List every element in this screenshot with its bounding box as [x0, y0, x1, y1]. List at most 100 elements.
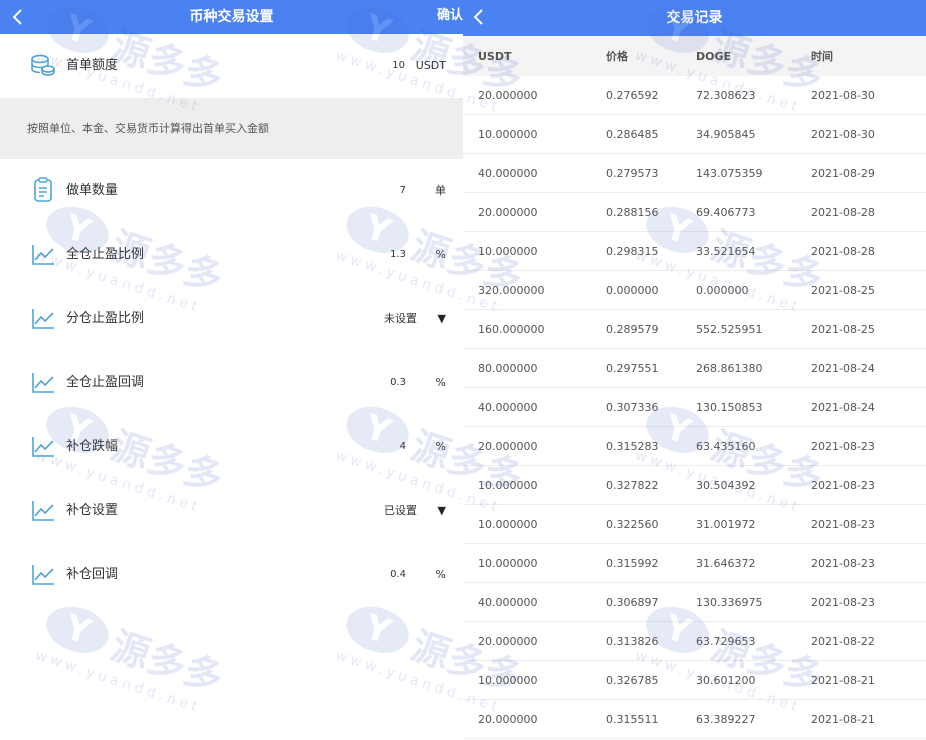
table-row: 20.000000 0.313826 63.729653 2021-08-22	[463, 621, 926, 661]
cell-price: 0.327822	[606, 465, 696, 505]
row-label: 做单数量	[66, 183, 119, 198]
row-value[interactable]: 1.3	[390, 223, 406, 287]
full-take-profit-ratio-row[interactable]: 全仓止盈比例 1.3 %	[0, 223, 463, 287]
confirm-button[interactable]: 确认	[437, 0, 463, 32]
table-row: 80.000000 0.297551 268.861380 2021-08-24	[463, 348, 926, 388]
row-select-value[interactable]: 未设置	[384, 287, 417, 351]
table-row: 10.000000 0.286485 34.905845 2021-08-30	[463, 114, 926, 154]
coin-trade-settings-panel: 币种交易设置 确认 首单额度 10 USDT 按照单位、本金、交易货币计算得出首…	[0, 0, 463, 740]
add-position-drop-row[interactable]: 补仓跌幅 4 %	[0, 415, 463, 479]
settings-navbar: 币种交易设置 确认	[0, 0, 463, 34]
cell-usdt: 160.000000	[463, 309, 606, 349]
table-row: 10.000000 0.322560 31.001972 2021-08-23	[463, 504, 926, 544]
table-row: 40.000000 0.279573 143.075359 2021-08-29	[463, 153, 926, 193]
cell-price: 0.315511	[606, 699, 696, 739]
cell-time: 2021-08-23	[811, 504, 926, 544]
row-value[interactable]: 7	[400, 159, 406, 223]
cell-usdt: 10.000000	[463, 543, 606, 583]
cell-usdt: 40.000000	[463, 153, 606, 193]
table-header-row: USDT 价格 DOGE 时间	[463, 36, 926, 76]
cell-doge: 0.000000	[696, 270, 811, 310]
table-row: 20.000000 0.315283 63.435160 2021-08-23	[463, 426, 926, 466]
cell-usdt: 20.000000	[463, 192, 606, 232]
cell-doge: 63.389227	[696, 699, 811, 739]
first-order-unit: USDT	[415, 59, 446, 72]
cell-time: 2021-08-25	[811, 270, 926, 310]
cell-usdt: 40.000000	[463, 582, 606, 622]
cell-doge: 33.521654	[696, 231, 811, 271]
cell-usdt: 10.000000	[463, 465, 606, 505]
row-label: 补仓设置	[66, 503, 119, 518]
row-label: 补仓回调	[66, 567, 119, 582]
cell-doge: 30.601200	[696, 660, 811, 700]
cell-price: 0.307336	[606, 387, 696, 427]
table-row: 160.000000 0.289579 552.525951 2021-08-25	[463, 309, 926, 349]
cell-price: 0.286485	[606, 114, 696, 154]
row-label: 补仓跌幅	[66, 439, 119, 454]
cell-usdt: 320.000000	[463, 270, 606, 310]
cell-doge: 34.905845	[696, 114, 811, 154]
line-chart-icon	[32, 309, 54, 329]
line-chart-icon	[32, 501, 54, 521]
column-header-time: 时间	[811, 36, 926, 76]
cell-price: 0.313826	[606, 621, 696, 661]
table-row: 10.000000 0.298315 33.521654 2021-08-28	[463, 231, 926, 271]
cell-doge: 130.336975	[696, 582, 811, 622]
coins-icon	[31, 54, 55, 76]
row-unit: %	[435, 376, 446, 389]
full-take-profit-callback-row[interactable]: 全仓止盈回调 0.3 %	[0, 351, 463, 415]
cell-time: 2021-08-30	[811, 76, 926, 115]
column-header-usdt: USDT	[463, 36, 606, 76]
clipboard-icon	[34, 177, 52, 202]
cell-time: 2021-08-25	[811, 309, 926, 349]
cell-doge: 268.861380	[696, 348, 811, 388]
split-take-profit-ratio-row[interactable]: 分仓止盈比例 未设置 ▼	[0, 287, 463, 351]
row-label: 分仓止盈比例	[66, 311, 145, 326]
cell-price: 0.315283	[606, 426, 696, 466]
dropdown-arrow-icon[interactable]: ▼	[438, 479, 446, 543]
cell-doge: 63.435160	[696, 426, 811, 466]
records-body: 20.000000 0.276592 72.308623 2021-08-30 10.0…	[463, 76, 926, 739]
cell-time: 2021-08-23	[811, 543, 926, 583]
row-value[interactable]: 4	[400, 415, 406, 479]
line-chart-icon	[32, 437, 54, 457]
cell-price: 0.289579	[606, 309, 696, 349]
cell-time: 2021-08-21	[811, 660, 926, 700]
table-row: 10.000000 0.315992 31.646372 2021-08-23	[463, 543, 926, 583]
first-order-value[interactable]: 10	[392, 34, 405, 98]
table-row: 40.000000 0.306897 130.336975 2021-08-23	[463, 582, 926, 622]
table-row: 10.000000 0.326785 30.601200 2021-08-21	[463, 660, 926, 700]
row-unit: %	[435, 248, 446, 261]
first-order-note-text: 按照单位、本金、交易货币计算得出首单买入金额	[27, 122, 269, 135]
cell-doge: 143.075359	[696, 153, 811, 193]
first-order-amount-row[interactable]: 首单额度 10 USDT	[0, 34, 463, 98]
cell-price: 0.279573	[606, 153, 696, 193]
cell-price: 0.298315	[606, 231, 696, 271]
cell-time: 2021-08-24	[811, 348, 926, 388]
records-table: USDT 价格 DOGE 时间 20.000000 0.276592 72.3086…	[463, 36, 926, 739]
cell-time: 2021-08-24	[811, 387, 926, 427]
line-chart-icon	[32, 373, 54, 393]
add-position-callback-row[interactable]: 补仓回调 0.4 %	[0, 543, 463, 607]
cell-price: 0.000000	[606, 270, 696, 310]
row-value[interactable]: 0.4	[390, 543, 406, 607]
row-value[interactable]: 0.3	[390, 351, 406, 415]
cell-doge: 552.525951	[696, 309, 811, 349]
records-title: 交易记录	[666, 10, 723, 26]
add-position-settings-row[interactable]: 补仓设置 已设置 ▼	[0, 479, 463, 543]
cell-time: 2021-08-21	[811, 699, 926, 739]
row-select-value[interactable]: 已设置	[384, 479, 417, 543]
cell-doge: 69.406773	[696, 192, 811, 232]
cell-usdt: 10.000000	[463, 660, 606, 700]
cell-usdt: 80.000000	[463, 348, 606, 388]
table-row: 20.000000 0.315511 63.389227 2021-08-21	[463, 699, 926, 739]
dropdown-arrow-icon[interactable]: ▼	[438, 287, 446, 351]
column-header-doge: DOGE	[696, 36, 811, 76]
order-count-row[interactable]: 做单数量 7 单	[0, 159, 463, 223]
cell-usdt: 20.000000	[463, 76, 606, 115]
cell-doge: 72.308623	[696, 76, 811, 115]
cell-usdt: 20.000000	[463, 621, 606, 661]
line-chart-icon	[32, 565, 54, 585]
table-row: 20.000000 0.276592 72.308623 2021-08-30	[463, 76, 926, 115]
cell-time: 2021-08-29	[811, 153, 926, 193]
